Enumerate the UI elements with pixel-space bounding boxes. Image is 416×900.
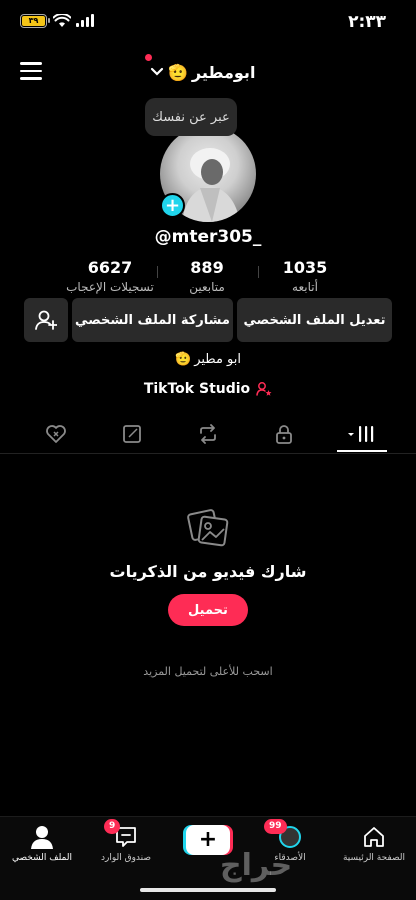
stat-following[interactable]: 1035 أتابعه: [250, 258, 360, 294]
nav-home-label: الصفحة الرئيسية: [342, 853, 406, 863]
nav-home[interactable]: الصفحة الرئيسية: [334, 823, 414, 863]
repost-icon: [200, 424, 216, 444]
stat-followers-label: متابعين: [189, 280, 225, 294]
nav-profile[interactable]: الملف الشخصي: [2, 823, 82, 863]
nav-inbox[interactable]: صندوق الوارد 9: [86, 819, 166, 863]
upload-button[interactable]: تحميل: [168, 594, 248, 626]
bio: 🫡 ابو مطير: [0, 352, 416, 367]
home-indicator[interactable]: [140, 888, 276, 892]
wifi-icon: [53, 14, 71, 27]
signal-icon: [76, 14, 94, 27]
menu-icon[interactable]: [20, 62, 42, 80]
tab-favorites[interactable]: [112, 420, 152, 448]
clock: ٢:٣٣: [348, 12, 386, 32]
face-emoji-icon: 🫡: [168, 62, 188, 82]
studio-user-icon: [256, 382, 272, 396]
nav-profile-label: الملف الشخصي: [12, 853, 72, 863]
stat-followers-value: 889: [190, 258, 224, 277]
battery-icon: ٣٩: [20, 14, 50, 28]
stat-followers[interactable]: 889 متابعين: [152, 258, 262, 294]
account-switcher[interactable]: 🫡 ابومطير: [150, 60, 255, 84]
stat-likes-value: 6627: [87, 258, 133, 277]
bio-prompt-bubble[interactable]: عبر عن نفسك: [145, 98, 237, 136]
tab-videos[interactable]: [342, 420, 382, 448]
profile-handle: @mter305_: [154, 227, 262, 247]
tiktok-studio-link[interactable]: TikTok Studio: [0, 381, 416, 397]
heart-hidden-icon: [46, 425, 66, 443]
active-tab-indicator: [337, 450, 387, 452]
watermark-logo: حراج: [220, 848, 293, 883]
add-friend-button[interactable]: [24, 298, 68, 342]
photos-icon: [187, 509, 229, 547]
chevron-down-icon: [150, 67, 164, 76]
status-bar: ٣٩ ٢:٣٣: [0, 0, 416, 44]
videos-grid-icon: [348, 426, 374, 442]
add-user-icon: [35, 310, 57, 330]
battery-level: ٣٩: [22, 16, 45, 26]
tab-private[interactable]: [264, 420, 304, 448]
stat-following-label: أتابعه: [292, 280, 318, 294]
pull-up-hint: اسحب للأعلى لتحميل المزيد: [143, 665, 273, 678]
stat-likes[interactable]: 6627 تسجيلات الإعجاب: [55, 258, 165, 294]
studio-label: TikTok Studio: [143, 381, 251, 397]
empty-state-title: شارك فيديو من الذكريات: [109, 562, 307, 581]
nav-inbox-label: صندوق الوارد: [100, 853, 152, 863]
stat-likes-label: تسجيلات الإعجاب: [66, 280, 154, 294]
lock-icon: [276, 425, 292, 444]
bookmark-hidden-icon: [123, 425, 141, 443]
add-photo-button[interactable]: +: [160, 193, 185, 218]
tab-reposts[interactable]: [188, 420, 228, 448]
share-profile-button[interactable]: مشاركة الملف الشخصي: [72, 298, 233, 342]
friends-badge: 99: [264, 819, 287, 834]
profile-icon: [31, 826, 53, 849]
tab-liked[interactable]: [36, 420, 76, 448]
profile-tabs: [0, 414, 416, 454]
edit-profile-button[interactable]: تعديل الملف الشخصي: [237, 298, 392, 342]
inbox-badge: 9: [104, 819, 121, 834]
bio-text: ابو مطير: [194, 352, 241, 367]
stat-following-value: 1035: [282, 258, 328, 277]
home-icon: [364, 827, 384, 847]
header-username: ابومطير: [191, 62, 256, 82]
face-emoji-icon: 🫡: [175, 352, 192, 367]
